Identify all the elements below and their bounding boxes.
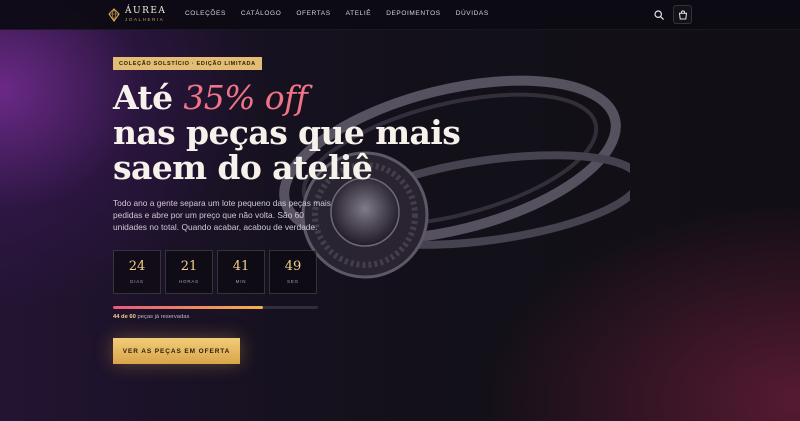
reserved-count: 44 de 60 bbox=[113, 314, 136, 320]
countdown-days: 24 DIAS bbox=[113, 250, 161, 294]
promo-badge: COLEÇÃO SOLSTÍCIO · EDIÇÃO LIMITADA bbox=[113, 57, 262, 70]
countdown-timer: 24 DIAS 21 HORAS 41 MIN 49 SEG bbox=[113, 250, 321, 294]
countdown-minutes: 41 MIN bbox=[217, 250, 265, 294]
countdown-label: SEG bbox=[287, 279, 299, 284]
countdown-seconds: 49 SEG bbox=[269, 250, 317, 294]
countdown-value: 49 bbox=[284, 259, 302, 274]
see-offers-button[interactable]: VER AS PEÇAS EM OFERTA bbox=[113, 338, 240, 364]
hero-headline: Até 35% off nas peças que mais saem do a… bbox=[113, 80, 473, 185]
reserved-suffix: peças já reservadas bbox=[135, 314, 190, 320]
nav-item-depoimentos[interactable]: DEPOIMENTOS bbox=[386, 10, 441, 17]
countdown-value: 24 bbox=[128, 259, 146, 274]
stock-progress-bar bbox=[113, 306, 318, 309]
shopping-bag-icon bbox=[678, 9, 687, 19]
site-header: ÁUREA JOALHERIA COLEÇÕES CATÁLOGO OFERTA… bbox=[0, 0, 800, 30]
nav-item-atelie[interactable]: ATELIÊ bbox=[346, 10, 372, 17]
nav-item-catalogo[interactable]: CATÁLOGO bbox=[241, 10, 281, 17]
search-icon bbox=[653, 9, 664, 20]
nav-item-duvidas[interactable]: DÚVIDAS bbox=[456, 10, 489, 17]
cart-button[interactable] bbox=[673, 5, 692, 24]
stock-progress-text: 44 de 60 peças já reservadas bbox=[113, 314, 189, 320]
stock-progress-fill bbox=[113, 306, 264, 309]
hero-description: Todo ano a gente separa um lote pequeno … bbox=[113, 198, 331, 233]
headline-discount: 35% off bbox=[183, 78, 308, 117]
countdown-value: 21 bbox=[180, 259, 198, 274]
headline-prefix: Até bbox=[113, 78, 184, 117]
main-nav: COLEÇÕES CATÁLOGO OFERTAS ATELIÊ DEPOIME… bbox=[185, 10, 504, 17]
countdown-label: MIN bbox=[235, 279, 247, 284]
countdown-label: HORAS bbox=[178, 279, 199, 284]
headline-line-3: saem do ateliê bbox=[113, 148, 373, 187]
brand-name: ÁUREA bbox=[125, 6, 167, 16]
countdown-value: 41 bbox=[232, 259, 250, 274]
search-button[interactable] bbox=[649, 5, 668, 24]
countdown-hours: 21 HORAS bbox=[165, 250, 213, 294]
brand-logo[interactable]: ÁUREA JOALHERIA bbox=[108, 7, 166, 23]
nav-item-colecoes[interactable]: COLEÇÕES bbox=[185, 10, 226, 17]
headline-line-2: nas peças que mais bbox=[113, 113, 461, 152]
countdown-label: DIAS bbox=[130, 279, 144, 284]
brand-subtitle: JOALHERIA bbox=[125, 17, 165, 22]
diamond-icon bbox=[108, 7, 120, 22]
nav-item-ofertas[interactable]: OFERTAS bbox=[296, 10, 330, 17]
